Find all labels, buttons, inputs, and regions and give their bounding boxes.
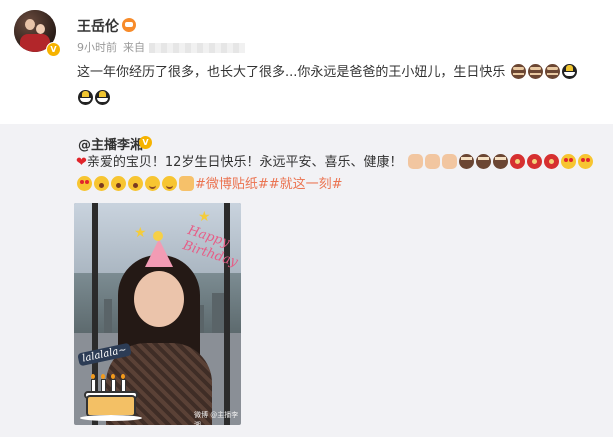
verified-badge-icon: V bbox=[139, 136, 152, 149]
cake-emoji-icon bbox=[458, 154, 474, 169]
vip-crown-icon[interactable] bbox=[122, 18, 136, 32]
cake-emoji-icon bbox=[492, 154, 508, 169]
weibo-post: V 王岳伦 9小时前 来自 这一年你经历了很多，也长大了很多...你永远是爸爸的王… bbox=[0, 0, 613, 120]
cheer-emoji-icon bbox=[95, 90, 110, 105]
post-body: 这一年你经历了很多，也长大了很多...你永远是爸爸的王小妞儿，生日快乐 bbox=[77, 65, 506, 80]
verified-badge-icon: V bbox=[46, 42, 61, 57]
cheer-emoji-icon bbox=[561, 64, 577, 79]
repost-card[interactable]: @主播李湘 V ❤亲爱的宝贝！12岁生日快乐！永远平安、喜乐、健康！ #微博贴纸… bbox=[0, 124, 613, 437]
cheer-emoji-icon bbox=[78, 90, 93, 105]
repost-text: ❤亲爱的宝贝！12岁生日快乐！永远平安、喜乐、健康！ #微博贴纸##就这一刻# bbox=[76, 152, 606, 196]
heart-eyes-emoji-icon bbox=[77, 176, 92, 191]
blurred-source bbox=[149, 43, 245, 53]
rock-hand-emoji-icon bbox=[424, 154, 440, 169]
star-icon: ★ bbox=[198, 209, 211, 225]
pointing-emoji-icon bbox=[179, 176, 194, 191]
smile-emoji-icon bbox=[145, 176, 160, 191]
post-text: 这一年你经历了很多，也长大了很多...你永远是爸爸的王小妞儿，生日快乐 bbox=[77, 60, 597, 112]
post-source-label: 来自 bbox=[123, 41, 145, 54]
wow-emoji-icon bbox=[128, 176, 143, 191]
cake-emoji-icon bbox=[527, 64, 543, 79]
repost-username[interactable]: @主播李湘 bbox=[78, 134, 143, 153]
topic-tags[interactable]: #微博贴纸##就这一刻# bbox=[195, 177, 343, 192]
birthday-cake-sticker-icon bbox=[80, 373, 142, 423]
wow-emoji-icon bbox=[94, 176, 109, 191]
heart-eyes-emoji-icon bbox=[577, 154, 593, 169]
post-meta: 9小时前 来自 bbox=[77, 39, 245, 55]
wow-emoji-icon bbox=[111, 176, 126, 191]
cake-emoji-icon bbox=[475, 154, 491, 169]
party-hat-icon bbox=[145, 239, 173, 267]
star-icon: ★ bbox=[134, 225, 147, 241]
flower-emoji-icon bbox=[509, 154, 525, 169]
rock-hand-emoji-icon bbox=[441, 154, 457, 169]
post-photo[interactable]: Happy Birthday ★ ★ lalalala~ 微博 @主播李湘 bbox=[74, 203, 241, 425]
cake-emoji-icon bbox=[544, 64, 560, 79]
post-time[interactable]: 9小时前 bbox=[77, 41, 117, 54]
flower-emoji-icon bbox=[543, 154, 559, 169]
post-username[interactable]: 王岳伦 bbox=[77, 16, 119, 36]
heart-eyes-emoji-icon bbox=[560, 154, 576, 169]
smile-emoji-icon bbox=[162, 176, 177, 191]
heart-icon: ❤ bbox=[76, 155, 87, 170]
flower-emoji-icon bbox=[526, 154, 542, 169]
watermark: 微博 @主播李湘 bbox=[194, 411, 239, 425]
rock-hand-emoji-icon bbox=[407, 154, 423, 169]
repost-body: 亲爱的宝贝！12岁生日快乐！永远平安、喜乐、健康！ bbox=[86, 155, 403, 170]
cake-emoji-icon bbox=[510, 64, 526, 79]
